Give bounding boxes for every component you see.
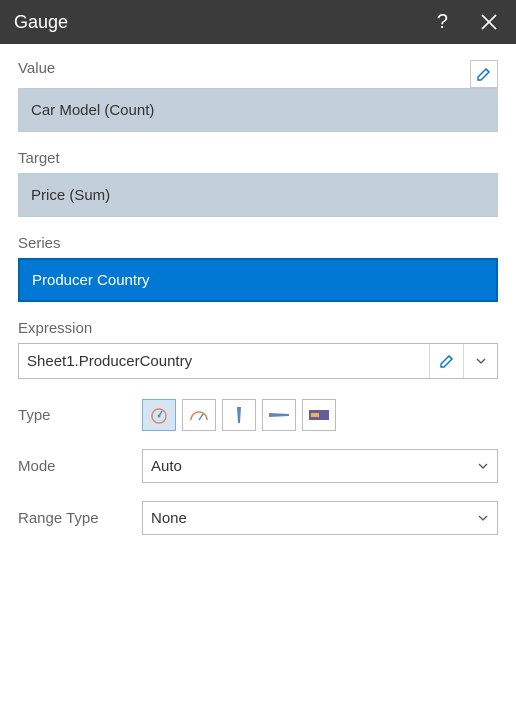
chevron-down-icon [475,355,487,367]
dialog-title: Gauge [14,12,68,33]
expression-edit-button[interactable] [429,344,463,378]
titlebar-actions: ? [437,9,502,35]
gauge-type-circular-half[interactable] [182,399,216,431]
mode-select-value: Auto [151,458,182,475]
pencil-icon [439,353,455,369]
value-field-text: Car Model (Count) [31,102,154,119]
target-field-slot[interactable]: Price (Sum) [18,173,498,217]
mode-row: Mode Auto [18,449,498,483]
type-label: Type [18,407,142,424]
gauge-linear-horizontal-icon [267,408,291,422]
expression-input[interactable] [19,344,429,378]
series-field-text: Producer Country [32,272,150,289]
target-field-text: Price (Sum) [31,187,110,204]
value-field-slot[interactable]: Car Model (Count) [18,88,498,132]
gauge-type-card[interactable] [302,399,336,431]
type-row: Type [18,399,498,431]
dialog-body: Value Car Model (Count) Target Price (Su… [0,44,516,571]
gauge-type-linear-horizontal[interactable] [262,399,296,431]
chevron-down-icon [477,460,489,472]
type-options [142,399,498,431]
expression-dropdown-button[interactable] [463,344,497,378]
range-type-select[interactable]: None [142,501,498,535]
range-type-label: Range Type [18,510,142,527]
gauge-type-circular-full[interactable] [142,399,176,431]
target-label: Target [18,150,498,167]
range-type-row: Range Type None [18,501,498,535]
edit-values-button[interactable] [470,60,498,88]
series-field-slot[interactable]: Producer Country [18,258,498,302]
gauge-half-circle-icon [188,406,210,424]
value-label: Value [18,60,470,77]
gauge-card-icon [308,408,330,422]
mode-select[interactable]: Auto [142,449,498,483]
close-button[interactable] [476,9,502,35]
series-label: Series [18,235,498,252]
titlebar: Gauge ? [0,0,516,44]
gauge-full-circle-icon [149,405,169,425]
expression-row [18,343,498,379]
pencil-icon [476,66,492,82]
mode-label: Mode [18,458,142,475]
gauge-linear-vertical-icon [232,405,246,425]
close-icon [480,13,498,31]
gauge-type-linear-vertical[interactable] [222,399,256,431]
chevron-down-icon [477,512,489,524]
help-button[interactable]: ? [437,11,448,34]
range-type-select-value: None [151,510,187,527]
expression-label: Expression [18,320,498,337]
